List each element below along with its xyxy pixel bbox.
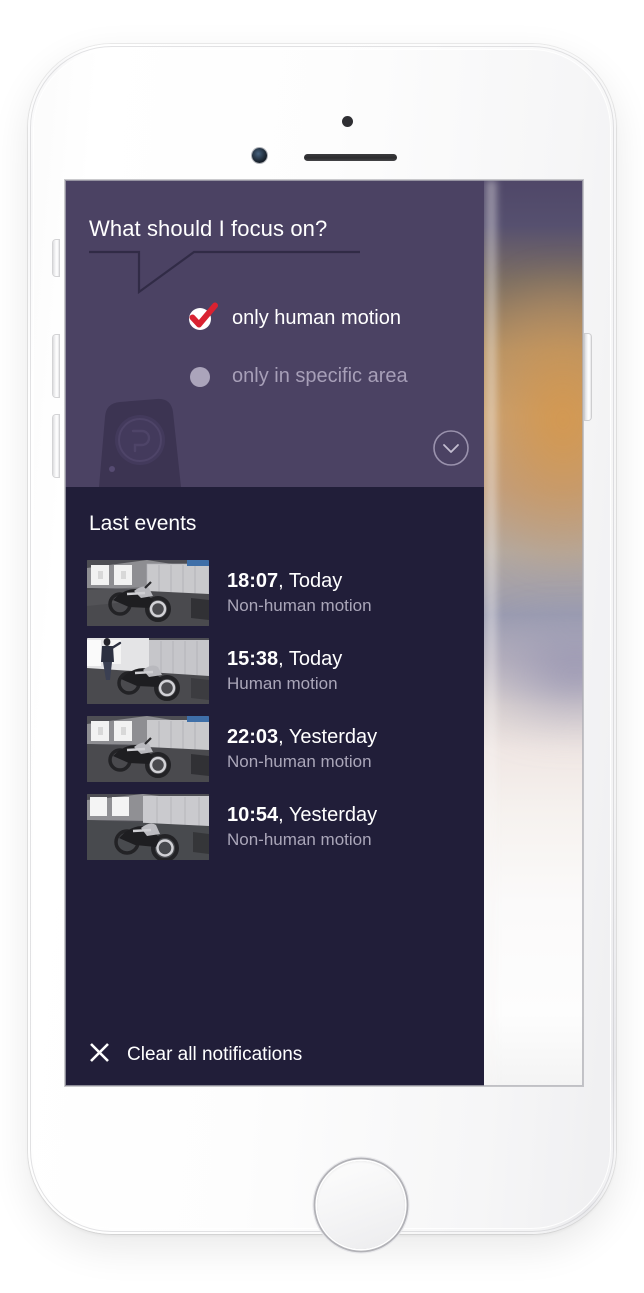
- proximity-sensor-icon: [342, 116, 353, 127]
- section-title: Last events: [89, 512, 197, 535]
- event-type: Non-human motion: [227, 596, 372, 615]
- option-only-human-motion[interactable]: only human motion: [185, 302, 401, 333]
- speech-bubble-tail: [65, 240, 484, 300]
- garage-motorcycle-thumbnail[interactable]: [87, 794, 209, 860]
- event-time: 18:07, Today: [227, 570, 343, 592]
- screenshot-root: What should I focus on? only human motio…: [0, 0, 644, 1293]
- garage-motorcycle-thumbnail[interactable]: [87, 716, 209, 782]
- event-text: 15:38, Today Human motion: [227, 648, 342, 694]
- background-cool-blur: [485, 610, 583, 740]
- event-time: 10:54, Yesterday: [227, 804, 378, 826]
- last-events-card: Last events 18:07, Today Non-human motio…: [65, 487, 484, 1086]
- checkmark-icon[interactable]: [185, 302, 218, 333]
- event-type: Non-human motion: [227, 830, 372, 849]
- background-warm-blur: [495, 270, 583, 570]
- clear-all-label: Clear all notifications: [127, 1044, 303, 1065]
- event-text: 22:03, Yesterday Non-human motion: [227, 726, 377, 772]
- event-type: Human motion: [227, 674, 338, 693]
- phone-screen: What should I focus on? only human motio…: [65, 180, 583, 1086]
- list-item[interactable]: 10:54, Yesterday Non-human motion: [87, 788, 474, 866]
- event-type: Non-human motion: [227, 752, 372, 771]
- option-label: only human motion: [232, 306, 401, 329]
- background-edge-highlight: [483, 180, 497, 1086]
- event-time: 15:38, Today: [227, 648, 343, 670]
- garage-person-motorcycle-thumbnail[interactable]: [87, 638, 209, 704]
- volume-up-button[interactable]: [53, 335, 59, 397]
- list-item[interactable]: 18:07, Today Non-human motion: [87, 554, 474, 632]
- mute-switch[interactable]: [53, 240, 59, 276]
- page-title: What should I focus on?: [89, 216, 328, 241]
- home-button[interactable]: [317, 1161, 405, 1249]
- chevron-down-circle-icon[interactable]: [432, 429, 470, 467]
- close-x-icon[interactable]: [89, 1042, 110, 1068]
- earpiece-speaker-icon: [304, 154, 397, 161]
- garage-motorcycle-thumbnail[interactable]: [87, 560, 209, 626]
- radio-dot-icon[interactable]: [190, 366, 210, 387]
- clear-all-notifications-button[interactable]: Clear all notifications: [65, 1024, 484, 1086]
- front-camera-icon: [252, 148, 267, 163]
- power-button[interactable]: [585, 334, 591, 420]
- event-text: 10:54, Yesterday Non-human motion: [227, 804, 377, 850]
- event-time: 22:03, Yesterday: [227, 726, 378, 748]
- list-item[interactable]: 15:38, Today Human motion: [87, 632, 474, 710]
- option-label: only in specific area: [232, 365, 408, 387]
- events-list: 18:07, Today Non-human motion 15:38, Tod…: [87, 554, 474, 866]
- focus-settings-card: What should I focus on? only human motio…: [65, 180, 484, 487]
- event-text: 18:07, Today Non-human motion: [227, 570, 372, 616]
- volume-down-button[interactable]: [53, 415, 59, 477]
- notification-panel: What should I focus on? only human motio…: [65, 180, 484, 1086]
- security-camera-illustration: [85, 395, 195, 487]
- list-item[interactable]: 22:03, Yesterday Non-human motion: [87, 710, 474, 788]
- option-only-in-specific-area[interactable]: only in specific area: [185, 365, 408, 388]
